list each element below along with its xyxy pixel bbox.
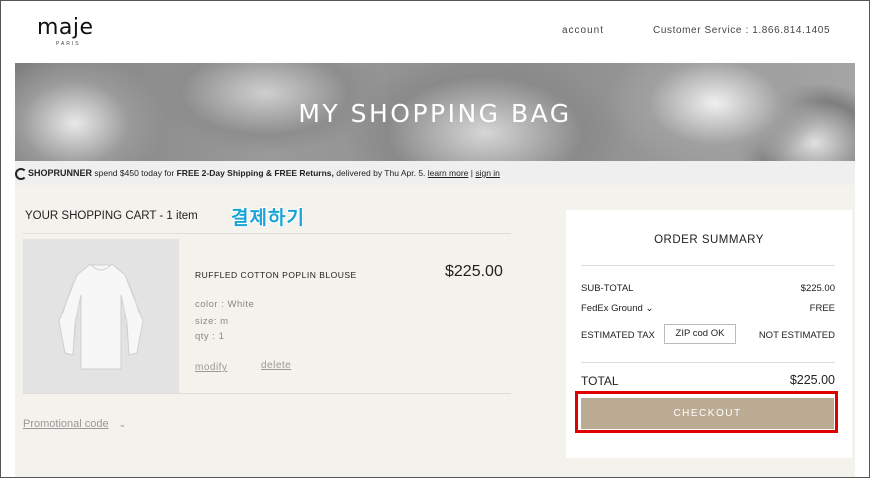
account-link[interactable]: account — [562, 25, 604, 36]
site-header: maje PARIS account Customer Service : 1.… — [1, 1, 869, 63]
chevron-down-icon: ⌄ — [645, 303, 654, 314]
total-label: TOTAL — [581, 374, 619, 388]
shoprunner-ring-icon — [15, 167, 27, 180]
divider — [23, 393, 511, 394]
shoprunner-offer: FREE 2-Day Shipping & FREE Returns, — [176, 168, 334, 178]
product-name[interactable]: RUFFLED COTTON POPLIN BLOUSE — [195, 270, 357, 280]
subtotal-value: $225.00 — [800, 283, 835, 294]
sign-in-link[interactable]: sign in — [475, 168, 500, 178]
chevron-down-icon: ⌄ — [118, 419, 127, 429]
divider — [581, 362, 835, 363]
tax-value: NOT ESTIMATED — [758, 330, 835, 341]
divider — [23, 233, 511, 234]
page-title: MY SHOPPING BAG — [298, 99, 572, 128]
subtotal-label: SUB-TOTAL — [581, 283, 634, 294]
logo-subtitle: PARIS — [56, 41, 81, 47]
divider — [581, 265, 835, 266]
shoprunner-delivery: delivered by Thu Apr. 5. — [333, 168, 428, 178]
shipping-method-select[interactable]: FedEx Ground ⌄ — [581, 303, 653, 314]
product-color: color : White — [195, 299, 255, 310]
product-size: size: m — [195, 316, 229, 327]
blouse-image — [58, 264, 144, 370]
tax-row: ESTIMATED TAX ZIP cod OK NOT ESTIMATED — [581, 324, 835, 344]
shoprunner-bar: SHOPRUNNER spend $450 today for FREE 2-D… — [15, 161, 855, 185]
delete-link[interactable]: delete — [261, 360, 291, 371]
shipping-value: FREE — [809, 303, 835, 314]
hero-banner: MY SHOPPING BAG — [15, 63, 855, 161]
customer-service-link[interactable]: Customer Service : 1.866.814.1405 — [653, 25, 830, 36]
product-price: $225.00 — [445, 263, 503, 280]
summary-title: ORDER SUMMARY — [654, 234, 764, 246]
learn-more-link[interactable]: learn more — [428, 168, 469, 178]
checkout-button[interactable]: CHECKOUT — [581, 398, 834, 429]
cart-title: YOUR SHOPPING CART - 1 item — [25, 210, 198, 222]
browser-page: maje PARIS account Customer Service : 1.… — [0, 0, 870, 478]
shoprunner-brand: SHOPRUNNER — [28, 168, 93, 178]
zip-code-input[interactable]: ZIP cod OK — [664, 324, 736, 344]
total-value: $225.00 — [789, 373, 835, 387]
shipping-row: FedEx Ground ⌄ FREE — [581, 303, 835, 314]
maje-logo[interactable]: maje — [37, 15, 94, 40]
cart-section: YOUR SHOPPING CART - 1 item 결제하기 RUFFLED… — [15, 185, 855, 477]
subtotal-row: SUB-TOTAL $225.00 — [581, 283, 835, 294]
promo-code-label: Promotional code — [23, 418, 109, 430]
promo-code-toggle[interactable]: Promotional code ⌄ — [23, 418, 126, 430]
tax-label: ESTIMATED TAX — [581, 330, 655, 341]
product-qty: qty : 1 — [195, 331, 225, 342]
product-image[interactable] — [23, 239, 179, 393]
shoprunner-text: spend $450 today for — [92, 168, 177, 178]
modify-link[interactable]: modify — [195, 362, 227, 373]
shipping-label: FedEx Ground — [581, 303, 643, 314]
shoprunner-logo: SHOPRUNNER — [15, 167, 93, 180]
checkout-annotation: 결제하기 — [231, 207, 305, 229]
